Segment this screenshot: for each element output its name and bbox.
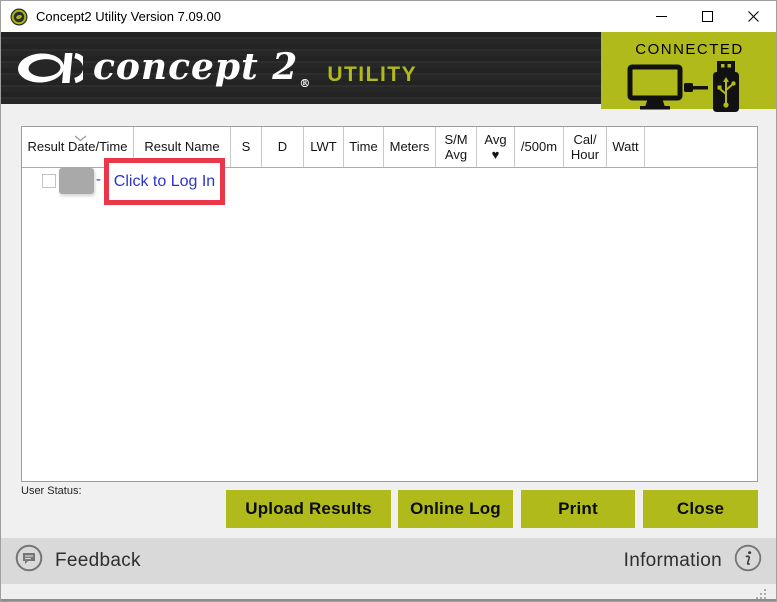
results-table: Result Date/Time Result Name S D LWT Tim… xyxy=(21,126,758,482)
login-highlight-box: Click to Log In xyxy=(104,158,225,205)
minimize-icon xyxy=(656,11,667,22)
app-icon xyxy=(10,8,28,26)
concept2-logo: concept 2® UTILITY xyxy=(1,46,417,90)
maximize-button[interactable] xyxy=(684,1,730,32)
brand-wordmark: concept 2® xyxy=(93,46,311,90)
sort-indicator-icon xyxy=(74,129,87,147)
minimize-button[interactable] xyxy=(638,1,684,32)
feedback-icon xyxy=(15,544,43,578)
footer-bar: Feedback Information xyxy=(1,538,776,584)
information-icon xyxy=(734,544,762,578)
status-strip xyxy=(1,584,776,599)
column-header-lwt[interactable]: LWT xyxy=(304,127,344,167)
window-controls xyxy=(638,1,776,32)
upload-results-button[interactable]: Upload Results xyxy=(226,490,391,528)
monitor-usb-icon xyxy=(627,60,753,119)
registered-mark: ® xyxy=(299,77,311,90)
close-icon xyxy=(748,11,759,22)
user-status-label: User Status: xyxy=(21,485,82,497)
column-header-per-500m[interactable]: /500m xyxy=(515,127,564,167)
column-header-sm-avg[interactable]: S/MAvg xyxy=(436,127,477,167)
login-link[interactable]: Click to Log In xyxy=(114,173,215,191)
column-header-s[interactable]: S xyxy=(231,127,262,167)
column-header-avg-heart[interactable]: Avg♥ xyxy=(477,127,515,167)
print-button[interactable]: Print xyxy=(521,490,635,528)
column-header-watt[interactable]: Watt xyxy=(607,127,645,167)
result-thumbnail xyxy=(59,168,94,194)
information-label: Information xyxy=(624,550,722,572)
close-window-button[interactable]: Close xyxy=(643,490,758,528)
information-link[interactable]: Information xyxy=(624,544,762,578)
maximize-icon xyxy=(702,11,713,22)
app-window: Concept2 Utility Version 7.09.00 xyxy=(0,0,777,602)
connection-status-box: CONNECTED xyxy=(601,32,777,109)
product-name: UTILITY xyxy=(327,63,417,87)
column-header-meters[interactable]: Meters xyxy=(384,127,436,167)
result-row-checkbox[interactable] xyxy=(42,174,56,188)
close-button[interactable] xyxy=(730,1,776,32)
feedback-link[interactable]: Feedback xyxy=(15,544,141,578)
window-bottom-border xyxy=(1,599,776,601)
column-header-d[interactable]: D xyxy=(262,127,304,167)
window-title: Concept2 Utility Version 7.09.00 xyxy=(36,9,221,24)
column-header-filler xyxy=(645,127,757,167)
feedback-label: Feedback xyxy=(55,550,141,572)
concept2-logo-icon xyxy=(17,47,83,89)
row-dash: - xyxy=(96,171,101,188)
column-header-time[interactable]: Time xyxy=(344,127,384,167)
title-bar: Concept2 Utility Version 7.09.00 xyxy=(1,1,776,32)
online-log-button[interactable]: Online Log xyxy=(398,490,513,528)
connection-status-label: CONNECTED xyxy=(635,41,744,58)
column-header-cal-hour[interactable]: Cal/Hour xyxy=(564,127,607,167)
